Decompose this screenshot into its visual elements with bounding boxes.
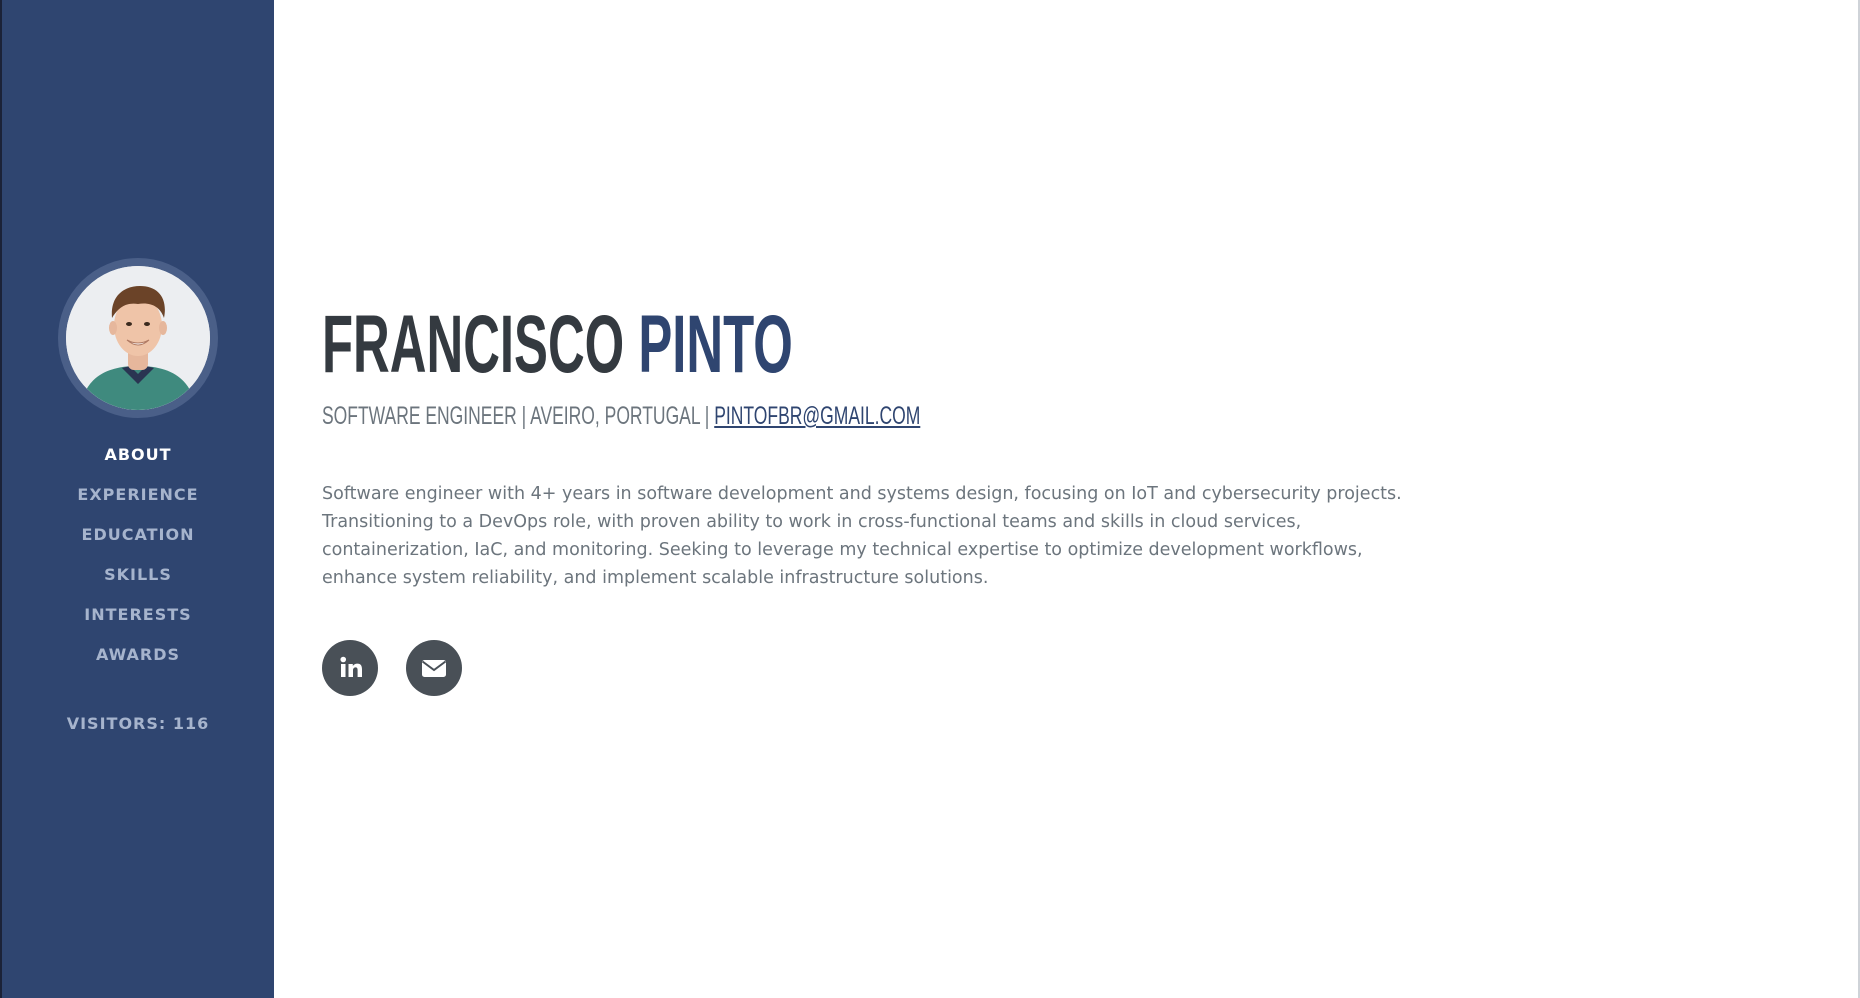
summary-text: Software engineer with 4+ years in softw…	[322, 484, 1402, 588]
profile-photo-icon	[66, 266, 210, 410]
nav-item-awards[interactable]: AWARDS	[2, 641, 274, 681]
sidebar-nav: ABOUT EXPERIENCE EDUCATION SKILLS INTERE…	[2, 441, 274, 681]
subheading-text: SOFTWARE ENGINEER | AVEIRO, PORTUGAL |	[322, 402, 715, 430]
nav-item-experience[interactable]: EXPERIENCE	[2, 481, 274, 521]
linkedin-button[interactable]	[322, 640, 378, 696]
nav-item-about[interactable]: ABOUT	[2, 441, 274, 481]
avatar-ring	[58, 258, 218, 418]
first-name: FRANCISCO	[322, 299, 625, 390]
avatar	[66, 266, 210, 410]
envelope-icon	[421, 660, 447, 677]
last-name: PINTO	[638, 299, 793, 390]
visitor-counter: VISITORS: 116	[66, 714, 210, 733]
nav-item-education[interactable]: EDUCATION	[2, 521, 274, 561]
subheading: SOFTWARE ENGINEER | AVEIRO, PORTUGAL | P…	[322, 401, 920, 431]
email-button[interactable]	[406, 640, 462, 696]
linkedin-icon	[340, 656, 362, 677]
nav-item-skills[interactable]: SKILLS	[2, 561, 274, 601]
sidebar: ABOUT EXPERIENCE EDUCATION SKILLS INTERE…	[2, 0, 274, 998]
email-link[interactable]: PINTOFBR@GMAIL.COM	[714, 402, 920, 430]
nav-item-interests[interactable]: INTERESTS	[2, 601, 274, 641]
page: ABOUT EXPERIENCE EDUCATION SKILLS INTERE…	[0, 0, 1860, 998]
page-title: FRANCISCO PINTO	[322, 302, 793, 388]
